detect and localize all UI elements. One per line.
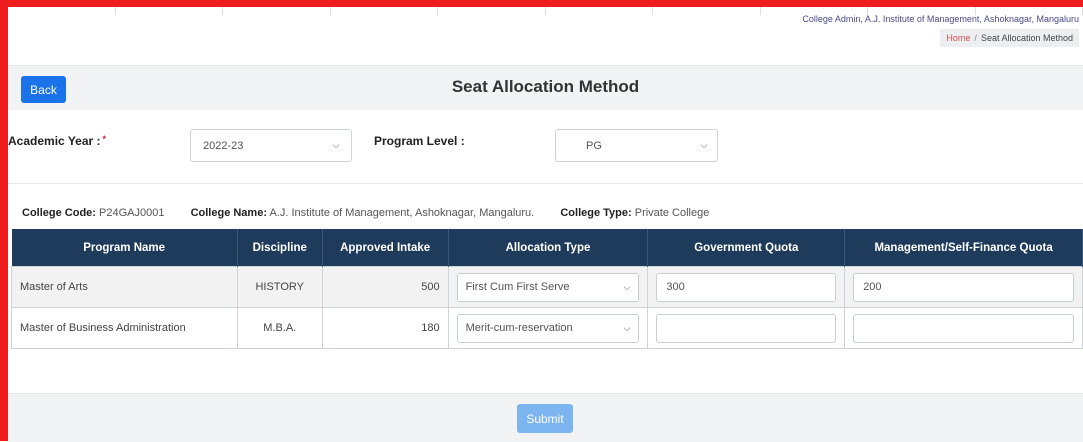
page-header: Seat Allocation Method Back — [8, 65, 1083, 110]
allocation-type-select[interactable]: Merit-cum-reservation ⌵ — [456, 313, 640, 343]
table-row: Master of Arts HISTORY 500 First Cum Fir… — [11, 266, 1083, 308]
academic-year-label-text: Academic Year : — [8, 134, 101, 148]
form-footer: Submit — [8, 393, 1083, 442]
required-mark: * — [102, 134, 107, 144]
program-name-cell: Master of Arts — [11, 266, 238, 308]
college-type: Private College — [634, 207, 710, 219]
column-header-management-quota: Management/Self-Finance Quota — [844, 229, 1083, 267]
chevron-down-icon: ⌵ — [623, 322, 631, 333]
allocation-type-value: Merit-cum-reservation — [465, 322, 573, 334]
column-header-discipline: Discipline — [237, 229, 323, 267]
submit-button[interactable]: Submit — [517, 404, 573, 433]
college-name: A.J. Institute of Management, Ashoknagar… — [269, 207, 535, 219]
discipline-cell: M.B.A. — [236, 307, 323, 349]
management-quota-cell: 200 — [844, 266, 1083, 308]
allocation-type-select[interactable]: First Cum First Serve ⌵ — [456, 272, 640, 302]
chevron-down-icon: ⌵ — [623, 281, 631, 292]
column-header-allocation-type: Allocation Type — [448, 229, 649, 267]
program-level-select[interactable]: PG ⌵ — [555, 129, 718, 162]
seat-allocation-table: Program Name Discipline Approved Intake … — [11, 229, 1083, 349]
breadcrumb: Home / Seat Allocation Method — [940, 29, 1079, 47]
section-divider — [8, 183, 1083, 184]
government-quota-cell: 300 — [647, 266, 846, 308]
academic-year-label: Academic Year : * — [8, 134, 106, 148]
chevron-down-icon: ⌵ — [332, 140, 340, 150]
approved-intake-cell: 500 — [321, 266, 449, 308]
allocation-type-cell: Merit-cum-reservation ⌵ — [447, 307, 649, 349]
college-name-label: College Name: — [190, 207, 267, 219]
college-code-label: College Code: — [22, 207, 96, 219]
column-header-program-name: Program Name — [11, 229, 238, 267]
college-info: College Code: P24GAJ0001 College Name: A… — [22, 207, 709, 219]
breadcrumb-home-link[interactable]: Home — [946, 33, 970, 43]
program-name-cell: Master of Business Administration — [11, 307, 238, 349]
breadcrumb-current: Seat Allocation Method — [980, 33, 1073, 43]
academic-year-select[interactable]: 2022-23 ⌵ — [190, 129, 352, 162]
chevron-down-icon: ⌵ — [700, 140, 708, 150]
government-quota-cell — [647, 307, 846, 349]
red-frame-top — [0, 0, 1083, 7]
college-code: P24GAJ0001 — [99, 207, 165, 219]
allocation-type-cell: First Cum First Serve ⌵ — [447, 266, 649, 308]
column-header-approved-intake: Approved Intake — [322, 229, 449, 267]
breadcrumb-separator: / — [974, 33, 977, 43]
management-quota-input[interactable]: 200 — [853, 272, 1074, 302]
discipline-cell: HISTORY — [236, 266, 323, 308]
table-row: Master of Business Administration M.B.A.… — [11, 307, 1083, 349]
academic-year-value: 2022-23 — [203, 139, 244, 152]
approved-intake-cell: 180 — [321, 307, 449, 349]
column-header-government-quota: Government Quota — [647, 229, 846, 267]
back-button[interactable]: Back — [21, 76, 66, 103]
management-quota-cell — [844, 307, 1083, 349]
government-quota-input[interactable] — [656, 313, 837, 343]
program-level-value: PG — [586, 139, 602, 152]
page-title: Seat Allocation Method — [451, 77, 640, 96]
table-header-row: Program Name Discipline Approved Intake … — [11, 229, 1083, 267]
allocation-type-value: First Cum First Serve — [465, 281, 570, 293]
admin-user-line: College Admin, A.J. Institute of Managem… — [802, 14, 1079, 24]
management-quota-input[interactable] — [853, 313, 1074, 343]
red-frame-left — [0, 0, 8, 441]
college-type-label: College Type: — [560, 207, 632, 219]
government-quota-input[interactable]: 300 — [656, 272, 837, 302]
program-level-label: Program Level : — [374, 134, 465, 148]
